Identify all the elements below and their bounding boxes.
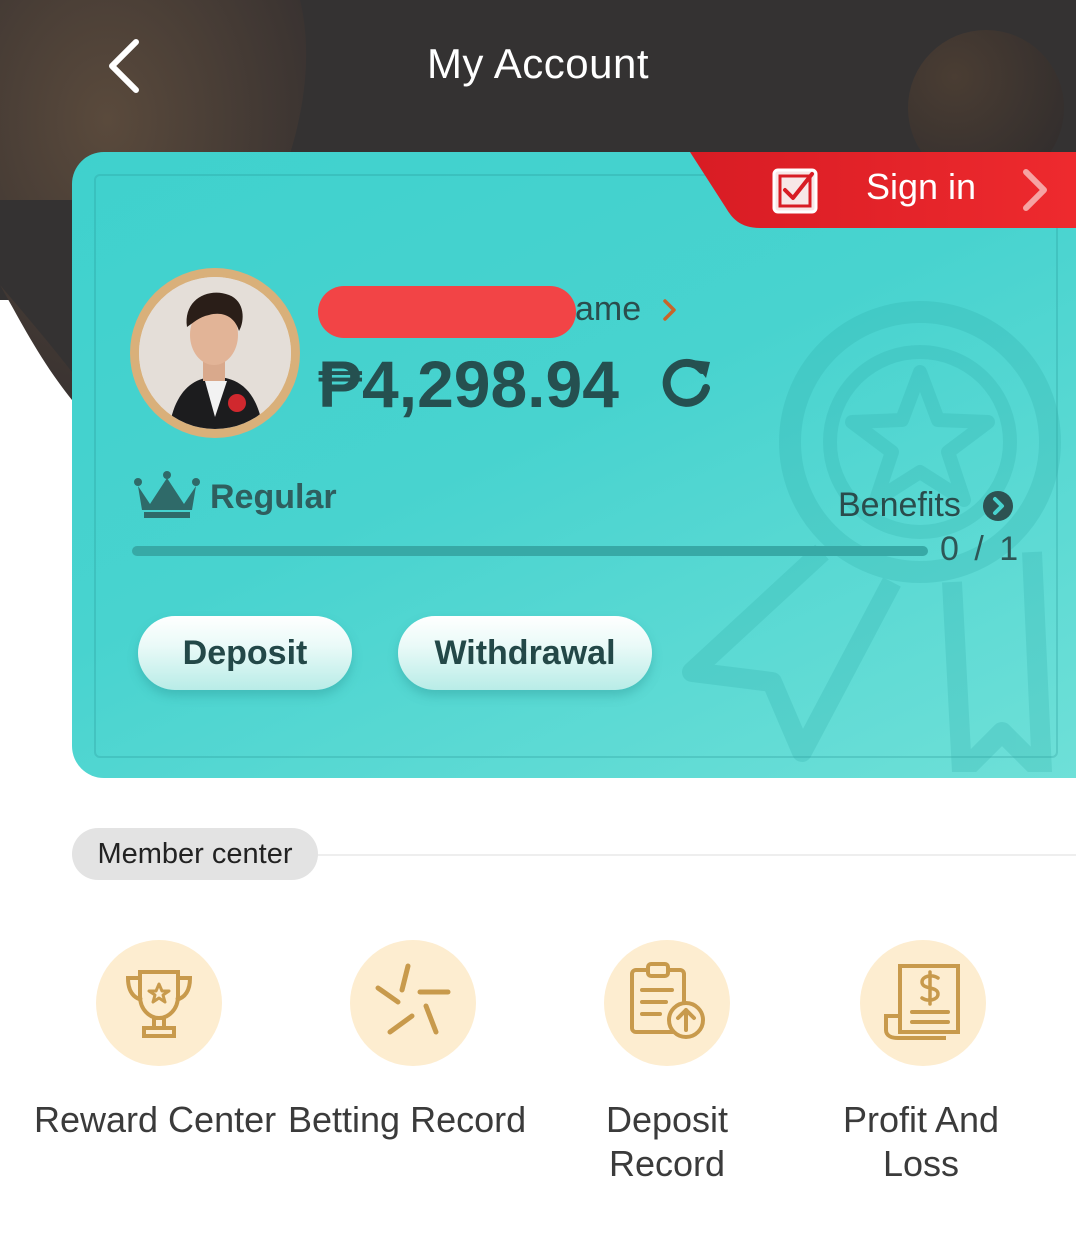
username-chevron-icon (662, 298, 678, 327)
trophy-icon (96, 940, 222, 1066)
vip-level-label: Regular (210, 478, 337, 516)
avatar-photo (139, 277, 291, 429)
level-progress-bar (132, 546, 928, 556)
refresh-icon[interactable] (656, 352, 716, 417)
section-divider (300, 854, 1076, 856)
clipboard-upload-icon (604, 940, 730, 1066)
reward-center-label: Reward Center (34, 1099, 277, 1140)
betting-record-label: Betting Record (288, 1099, 527, 1140)
balance-amount: ₱4,298.94 (318, 347, 619, 421)
page-title: My Account (426, 40, 650, 87)
withdrawal-button[interactable]: Withdrawal (398, 616, 652, 690)
level-progress-count: 0 / 1 (940, 530, 1022, 568)
checkbox-icon (772, 168, 818, 214)
deposit-record-label: Deposit Record (605, 1099, 729, 1184)
arrow-circle-right-icon[interactable] (982, 490, 1014, 527)
avatar[interactable] (130, 268, 300, 438)
deposit-button[interactable]: Deposit (138, 616, 352, 690)
betting-icon (350, 940, 476, 1066)
username-redaction (318, 286, 576, 338)
sign-in-button[interactable]: Sign in (690, 152, 1076, 228)
profit-and-loss-label: Profit And Loss (842, 1099, 1000, 1184)
receipt-dollar-icon (860, 940, 986, 1066)
benefits-link[interactable]: Benefits (838, 486, 961, 525)
crown-icon (132, 470, 202, 525)
username[interactable]: ame (575, 290, 641, 329)
member-center-label: Member center (72, 828, 318, 880)
sign-in-label: Sign in (866, 166, 977, 207)
chevron-right-icon (1020, 168, 1050, 217)
